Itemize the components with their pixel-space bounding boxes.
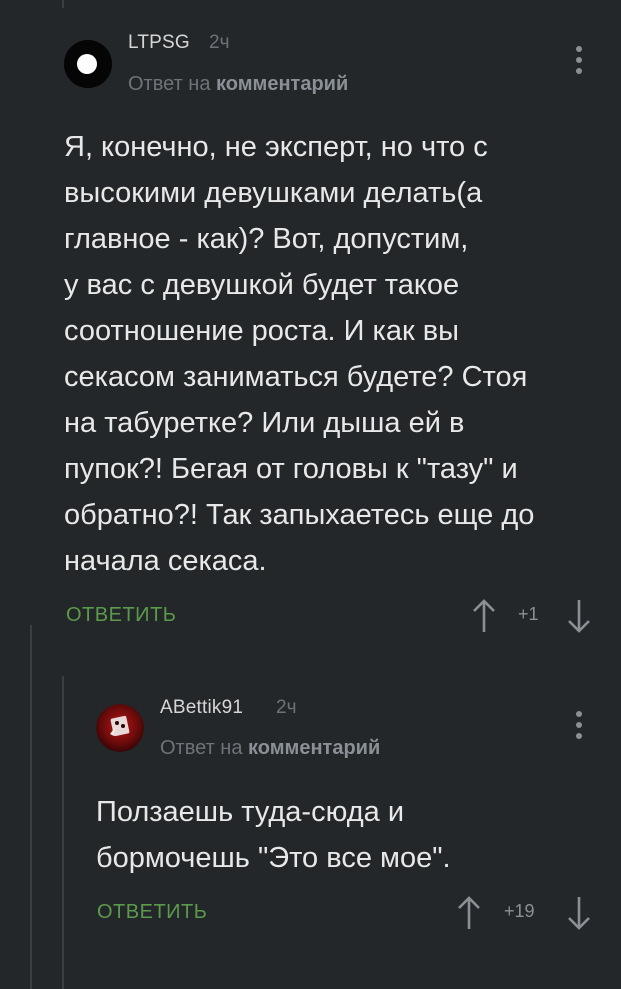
avatar-image [96,704,144,752]
username[interactable]: ABettik91 [160,697,243,719]
arrow-down-icon[interactable] [566,895,592,931]
reply-button[interactable]: ОТВЕТИТЬ [66,604,176,627]
username[interactable]: LTPSG [128,32,190,54]
reply-to-link[interactable]: Ответ на комментарий [128,73,348,96]
comment: LTPSG 2ч Ответ на комментарий Я, конечно… [0,0,621,640]
arrow-up-icon[interactable] [456,895,482,931]
reply-button[interactable]: ОТВЕТИТЬ [97,901,207,924]
reply-to-prefix: Ответ на [128,73,217,95]
more-vertical-icon[interactable] [574,46,584,74]
reply-to-target[interactable]: комментарий [248,737,380,759]
avatar-image [64,40,112,88]
avatar[interactable] [96,704,144,752]
arrow-down-icon[interactable] [566,598,592,634]
avatar[interactable] [64,40,112,88]
comment-time: 2ч [209,32,230,53]
reply-comment: ABettik91 2ч Ответ на комментарий Ползае… [0,680,621,989]
reply-to-target[interactable]: комментарий [216,73,348,95]
reply-to-link[interactable]: Ответ на комментарий [160,737,380,760]
comment-text: Я, конечно, не эксперт, но что с высоким… [64,131,535,577]
rating-count: +1 [518,604,539,624]
more-vertical-icon[interactable] [574,711,584,739]
comment-time: 2ч [276,697,297,718]
rating-count: +19 [504,901,535,921]
arrow-up-icon[interactable] [471,598,497,634]
reply-to-prefix: Ответ на [160,737,249,759]
comment-text: Ползаешь туда-сюда и бормочешь "Это все … [96,796,451,874]
